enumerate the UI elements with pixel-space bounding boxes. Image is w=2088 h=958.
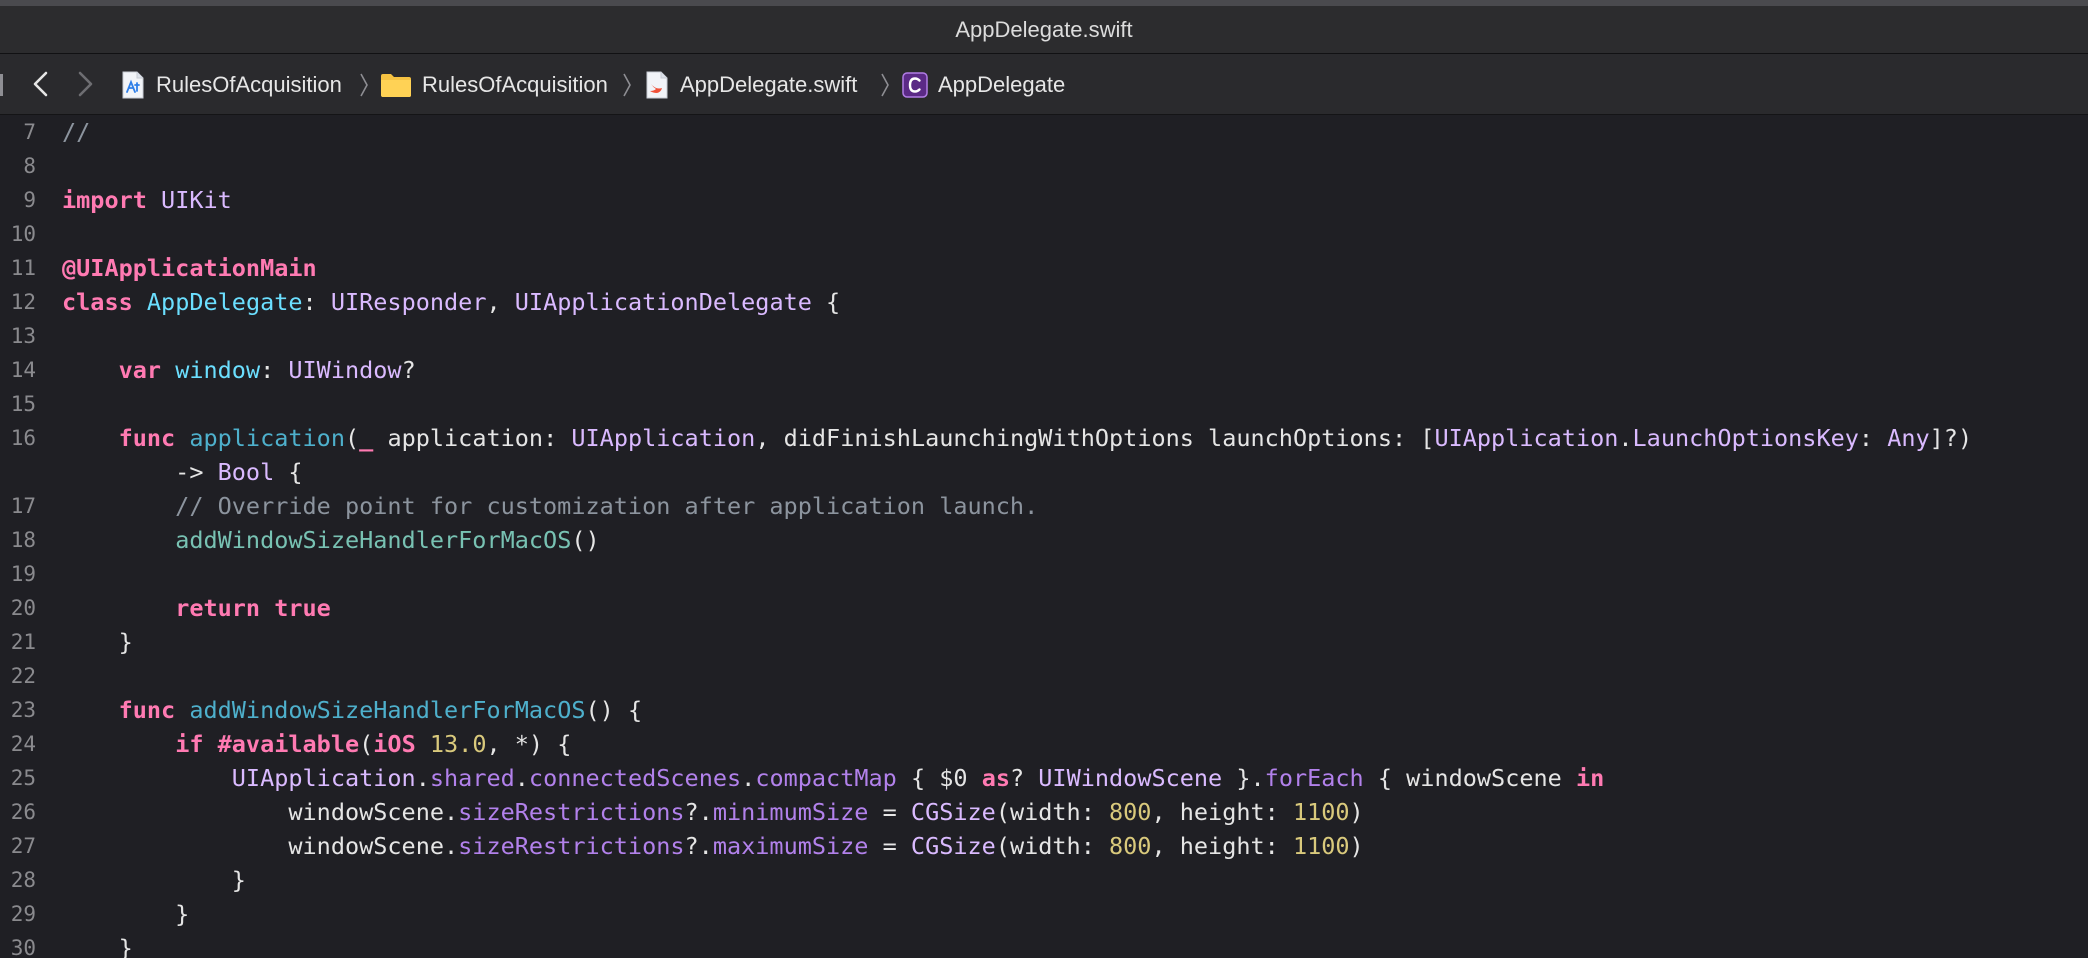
chevron-right-icon bbox=[78, 71, 93, 97]
code-line: 19 bbox=[0, 557, 2088, 591]
breadcrumb-group[interactable]: RulesOfAcquisition bbox=[380, 68, 608, 102]
code-line: 9 import UIKit bbox=[0, 183, 2088, 217]
breadcrumb-label: RulesOfAcquisition bbox=[422, 72, 608, 97]
code-line: 7 // bbox=[0, 115, 2088, 149]
jump-bar: RulesOfAcquisition RulesOfAcquisition Ap… bbox=[0, 54, 2088, 115]
breadcrumb-label: AppDelegate bbox=[938, 72, 1066, 97]
code-line: 8 bbox=[0, 149, 2088, 183]
code-line: 10 bbox=[0, 217, 2088, 251]
code-text: addWindowSizeHandlerForMacOS() bbox=[175, 526, 600, 554]
code-text: var window: UIWindow? bbox=[118, 356, 416, 384]
line-number: 20 bbox=[10, 596, 36, 620]
breadcrumb-project[interactable]: RulesOfAcquisition bbox=[120, 68, 342, 102]
code-line: 24 if #available(iOS 13.0, *) { bbox=[0, 727, 2088, 761]
code-line: -> Bool { bbox=[0, 455, 2088, 489]
code-text: UIApplication.shared.connectedScenes.com… bbox=[231, 764, 1605, 792]
code-text: @UIApplicationMain bbox=[62, 254, 317, 282]
code-line: 12 class AppDelegate: UIResponder, UIApp… bbox=[0, 285, 2088, 319]
line-number: 25 bbox=[10, 766, 36, 790]
code-line: 15 bbox=[0, 387, 2088, 421]
line-number: 22 bbox=[10, 664, 36, 688]
code-text: // bbox=[62, 118, 91, 146]
breadcrumb-label: RulesOfAcquisition bbox=[156, 72, 342, 97]
line-number: 19 bbox=[10, 562, 36, 586]
code-text: import UIKit bbox=[62, 186, 232, 214]
line-number: 24 bbox=[10, 732, 36, 756]
code-line: 18 addWindowSizeHandlerForMacOS() bbox=[0, 523, 2088, 557]
line-number: 14 bbox=[10, 358, 36, 382]
forward-button[interactable] bbox=[70, 66, 100, 102]
code-text: windowScene.sizeRestrictions?.maximumSiz… bbox=[62, 832, 1364, 860]
code-text: } bbox=[62, 934, 133, 958]
code-line: 13 bbox=[0, 319, 2088, 353]
code-line: 26 windowScene.sizeRestrictions?.minimum… bbox=[0, 795, 2088, 829]
line-number: 28 bbox=[10, 868, 36, 892]
code-text: -> Bool { bbox=[62, 458, 303, 486]
code-text: windowScene.sizeRestrictions?.minimumSiz… bbox=[62, 798, 1364, 826]
code-text: class AppDelegate: UIResponder, UIApplic… bbox=[62, 288, 841, 316]
line-number: 29 bbox=[10, 902, 36, 926]
line-number: 13 bbox=[10, 324, 36, 348]
line-number: 27 bbox=[10, 834, 36, 858]
code-line: 14 var window: UIWindow? bbox=[0, 353, 2088, 387]
code-line: 23 func addWindowSizeHandlerForMacOS() { bbox=[0, 693, 2088, 727]
code-line: 28 } bbox=[0, 863, 2088, 897]
line-number: 23 bbox=[10, 698, 36, 722]
line-number: 21 bbox=[10, 630, 36, 654]
code-line: 29 } bbox=[0, 897, 2088, 931]
source-editor[interactable]: 7 // 8 9 import UIKit 10 11 @UIApplicati… bbox=[0, 115, 2088, 958]
code-text: func addWindowSizeHandlerForMacOS() { bbox=[118, 696, 643, 724]
code-line: 25 UIApplication.shared.connectedScenes.… bbox=[0, 761, 2088, 795]
window-titlebar: AppDelegate.swift bbox=[0, 0, 2088, 54]
code-text: func application(_ application: UIApplic… bbox=[118, 424, 1973, 452]
line-number: 17 bbox=[10, 494, 36, 518]
line-number: 26 bbox=[10, 800, 36, 824]
line-number: 8 bbox=[23, 154, 36, 178]
code-line: 21 } bbox=[0, 625, 2088, 659]
line-number: 10 bbox=[10, 222, 36, 246]
code-line: 27 windowScene.sizeRestrictions?.maximum… bbox=[0, 829, 2088, 863]
code-text: } bbox=[62, 628, 133, 656]
code-line: 30 } bbox=[0, 931, 2088, 958]
breadcrumb-label: AppDelegate.swift bbox=[680, 72, 858, 97]
code-text: if #available(iOS 13.0, *) { bbox=[175, 730, 572, 758]
line-number: 30 bbox=[10, 936, 36, 958]
code-text: return true bbox=[175, 594, 331, 622]
chevron-right-icon bbox=[623, 73, 631, 97]
chevron-left-icon bbox=[33, 71, 48, 97]
line-number: 16 bbox=[10, 426, 36, 450]
folder-icon bbox=[381, 74, 411, 97]
code-text: } bbox=[62, 900, 190, 928]
line-number: 7 bbox=[23, 120, 36, 144]
code-line: 17 // Override point for customization a… bbox=[0, 489, 2088, 523]
window-title: AppDelegate.swift bbox=[955, 17, 1133, 42]
line-number: 18 bbox=[10, 528, 36, 552]
editor-edge-marker bbox=[0, 74, 3, 96]
swift-file-icon bbox=[646, 71, 668, 99]
breadcrumb-class[interactable]: AppDelegate bbox=[902, 68, 1065, 102]
line-number: 15 bbox=[10, 392, 36, 416]
code-text: } bbox=[62, 866, 246, 894]
line-number: 12 bbox=[10, 290, 36, 314]
class-icon bbox=[902, 72, 928, 98]
chevron-right-icon bbox=[360, 73, 368, 97]
project-icon bbox=[122, 71, 144, 99]
line-number: 11 bbox=[10, 256, 36, 280]
breadcrumb-file[interactable]: AppDelegate.swift bbox=[644, 68, 857, 102]
line-number: 9 bbox=[23, 188, 36, 212]
code-line: 22 bbox=[0, 659, 2088, 693]
code-line: 16 func application(_ application: UIApp… bbox=[0, 421, 2088, 455]
back-button[interactable] bbox=[26, 66, 56, 102]
code-line: 11 @UIApplicationMain bbox=[0, 251, 2088, 285]
code-text: // Override point for customization afte… bbox=[62, 492, 1039, 520]
chevron-right-icon bbox=[881, 73, 889, 97]
code-line: 20 return true bbox=[0, 591, 2088, 625]
